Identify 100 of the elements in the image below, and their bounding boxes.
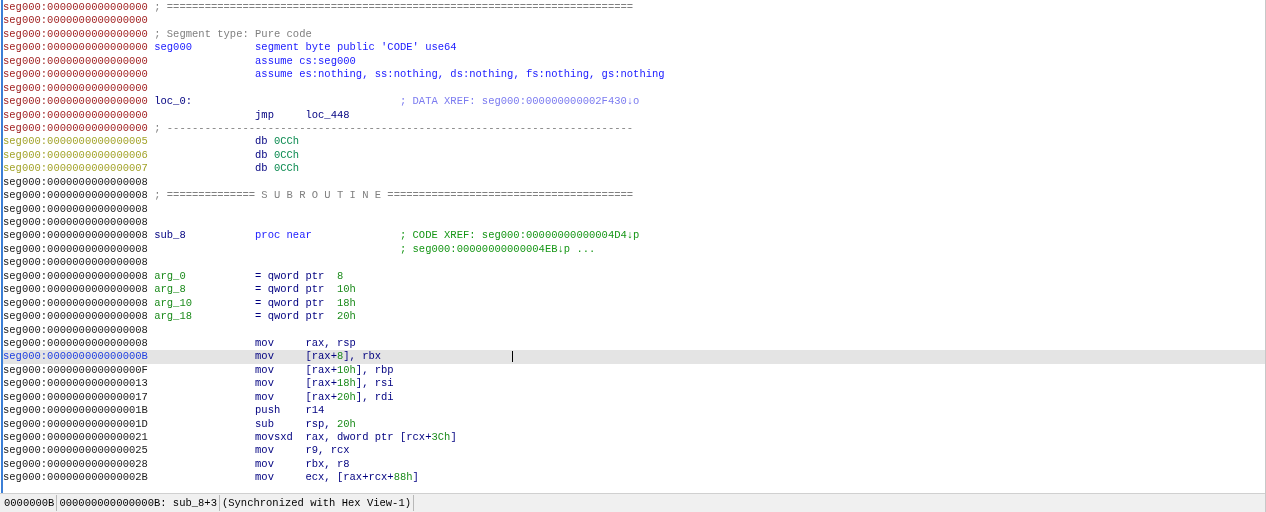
directive-text: assume cs:seg000	[255, 54, 356, 67]
listing-row[interactable]: seg000:0000000000000008 ; seg000:00000000000004EB↓p ...	[3, 242, 1265, 257]
comment-text: ; seg000:00000000000004EB↓p ...	[399, 242, 596, 257]
text-cursor-icon	[512, 351, 514, 363]
label-text: arg_8	[154, 283, 186, 296]
address-text: seg000:0000000000000008	[3, 256, 149, 270]
directive-text: db 0CCh	[255, 135, 300, 148]
listing-row[interactable]: seg000:000000000000002B mov ecx, [rax+rcx+88h]	[3, 471, 1265, 485]
listing-row[interactable]: seg000:0000000000000007 db 0CCh	[3, 162, 1265, 176]
address-text: seg000:0000000000000008	[3, 296, 149, 311]
address-text: seg000:0000000000000017	[3, 390, 149, 405]
label-text: arg_10	[154, 296, 193, 309]
status-text: (Synchronized with Hex View-1)	[219, 495, 414, 511]
instruction-text: mov r9, rcx	[255, 444, 350, 457]
listing-row[interactable]: seg000:0000000000000005 db 0CCh	[3, 135, 1265, 149]
label-text: arg_0	[154, 269, 186, 282]
instruction-text: mov [rax+8], rbx	[255, 350, 382, 363]
listing-row[interactable]: seg000:0000000000000000 ; ==========================================================================	[3, 1, 1265, 15]
address-text: seg000:0000000000000008	[3, 323, 149, 337]
instruction-text: movsxd rax, dword ptr [rcx+3Ch]	[255, 431, 457, 443]
listing-row[interactable]: seg000:0000000000000017 mov [rax+20h], rdi	[3, 390, 1265, 405]
instruction-text: jmp loc_448	[255, 108, 350, 121]
label-text: seg000	[154, 41, 193, 54]
comment-text: ; DATA XREF: seg000:000000000002F430↓o	[399, 95, 640, 109]
listing-row[interactable]: seg000:0000000000000000 loc_0: ; DATA XREF: seg000:000000000002F430↓o	[3, 95, 1265, 109]
listing-row[interactable]: seg000:0000000000000000	[3, 14, 1265, 28]
listing-row[interactable]: seg000:0000000000000008	[3, 216, 1265, 230]
address-text: seg000:0000000000000000	[3, 95, 149, 109]
instruction-text: mov rbx, r8	[255, 457, 350, 470]
address-text: seg000:0000000000000000	[3, 1, 149, 15]
label-text: arg_18	[154, 310, 193, 323]
listing-row[interactable]: seg000:0000000000000008 arg_0 = qword ptr 8	[3, 269, 1265, 284]
listing-row[interactable]: seg000:0000000000000008 arg_10 = qword ptr 18h	[3, 296, 1265, 311]
listing-row[interactable]: seg000:000000000000001D sub rsp, 20h	[3, 417, 1265, 431]
label-text: sub_8	[154, 229, 186, 242]
directive-text: assume es:nothing, ss:nothing, ds:nothing, fs:nothing, gs:nothing	[255, 68, 665, 81]
listing-row[interactable]: seg000:0000000000000000 assume es:nothing, ss:nothing, ds:nothing, fs:nothing, gs:nothing	[3, 68, 1265, 82]
address-text: seg000:0000000000000008	[3, 189, 149, 203]
directive-text: db 0CCh	[255, 148, 300, 161]
listing-row[interactable]: seg000:0000000000000008 arg_18 = qword ptr 20h	[3, 310, 1265, 324]
listing-row[interactable]: seg000:0000000000000000	[3, 81, 1265, 96]
listing-row[interactable]: seg000:0000000000000008 sub_8 proc near ; CODE XREF: seg000:00000000000004D4↓p	[3, 229, 1265, 243]
address-text: seg000:0000000000000021	[3, 431, 149, 445]
directive-text: = qword ptr 20h	[255, 310, 356, 323]
address-text: seg000:000000000000000B	[3, 350, 149, 364]
address-text: seg000:0000000000000008	[3, 202, 149, 216]
listing-row[interactable]: seg000:0000000000000008	[3, 256, 1265, 270]
listing-row[interactable]: seg000:000000000000001B push r14	[3, 404, 1265, 418]
instruction-text: mov [rax+10h], rbp	[255, 363, 394, 376]
address-text: seg000:0000000000000005	[3, 135, 149, 149]
listing-row[interactable]: seg000:0000000000000008 mov rax, rsp	[3, 336, 1265, 351]
address-text: seg000:0000000000000008	[3, 310, 149, 324]
listing-row[interactable]: seg000:0000000000000021 movsxd rax, dword ptr [rcx+3Ch]	[3, 431, 1265, 445]
address-text: seg000:0000000000000008	[3, 216, 149, 230]
listing-row[interactable]: seg000:000000000000000F mov [rax+10h], rbp	[3, 363, 1265, 378]
directive-text: segment byte public 'CODE' use64	[255, 41, 457, 54]
address-text: seg000:000000000000001D	[3, 417, 149, 431]
address-text: seg000:0000000000000008	[3, 336, 149, 351]
listing-row[interactable]: seg000:0000000000000008 ; ============== S U B R O U T I N E =======================================	[3, 189, 1265, 203]
comment-text: ; CODE XREF: seg000:00000000000004D4↓p	[399, 229, 640, 243]
instruction-text: mov [rax+18h], rsi	[255, 377, 394, 390]
listing-row[interactable]: seg000:0000000000000000 ; Segment type: Pure code	[3, 27, 1265, 42]
instruction-text: mov rax, rsp	[255, 336, 356, 349]
address-text: seg000:0000000000000028	[3, 457, 149, 472]
address-text: seg000:0000000000000000	[3, 68, 149, 82]
listing-row[interactable]: seg000:0000000000000008 arg_8 = qword ptr 10h	[3, 283, 1265, 297]
listing-row[interactable]: seg000:0000000000000008	[3, 323, 1265, 337]
comment-text: ; ============== S U B R O U T I N E =======================================	[154, 189, 634, 203]
listing-row[interactable]: seg000:000000000000000B mov [rax+8], rbx	[3, 350, 1265, 364]
address-text: seg000:0000000000000000	[3, 54, 149, 69]
comment-text: ; Segment type: Pure code	[154, 27, 312, 42]
address-text: seg000:0000000000000000	[3, 108, 149, 122]
listing-row[interactable]: seg000:0000000000000000 ; --------------------------------------------------------------------------	[3, 121, 1265, 136]
directive-text: = qword ptr 18h	[255, 296, 356, 309]
address-text: seg000:000000000000001B	[3, 404, 149, 418]
instruction-text: sub rsp, 20h	[255, 417, 356, 430]
address-text: seg000:0000000000000000	[3, 27, 149, 42]
listing-row[interactable]: seg000:0000000000000000 jmp loc_448	[3, 108, 1265, 122]
directive-text: = qword ptr 10h	[255, 283, 356, 296]
address-text: seg000:0000000000000013	[3, 377, 149, 391]
listing-row[interactable]: seg000:0000000000000013 mov [rax+18h], rsi	[3, 377, 1265, 391]
listing-row[interactable]: seg000:0000000000000025 mov r9, rcx	[3, 444, 1265, 458]
address-text: seg000:0000000000000000	[3, 41, 149, 55]
label-text: loc_0:	[154, 95, 193, 108]
address-text: seg000:0000000000000000	[3, 121, 149, 136]
comment-text: ; ==========================================================================	[154, 1, 634, 15]
address-text: seg000:0000000000000008	[3, 175, 149, 190]
listing-row[interactable]: seg000:0000000000000000 seg000 segment byte public 'CODE' use64	[3, 41, 1265, 55]
instruction-text: mov [rax+20h], rdi	[255, 390, 394, 403]
address-text: seg000:000000000000002B	[3, 471, 149, 485]
directive-text: = qword ptr 8	[255, 269, 344, 282]
listing-row[interactable]: seg000:0000000000000006 db 0CCh	[3, 148, 1265, 163]
instruction-text: push r14	[255, 404, 325, 417]
address-text: seg000:000000000000000F	[3, 363, 149, 378]
listing-row[interactable]: seg000:0000000000000000 assume cs:seg000	[3, 54, 1265, 69]
listing-row[interactable]: seg000:0000000000000008	[3, 175, 1265, 190]
address-text: seg000:0000000000000000	[3, 14, 149, 28]
listing-row[interactable]: seg000:0000000000000008	[3, 202, 1265, 216]
address-text: seg000:0000000000000008	[3, 269, 149, 284]
listing-row[interactable]: seg000:0000000000000028 mov rbx, r8	[3, 457, 1265, 472]
